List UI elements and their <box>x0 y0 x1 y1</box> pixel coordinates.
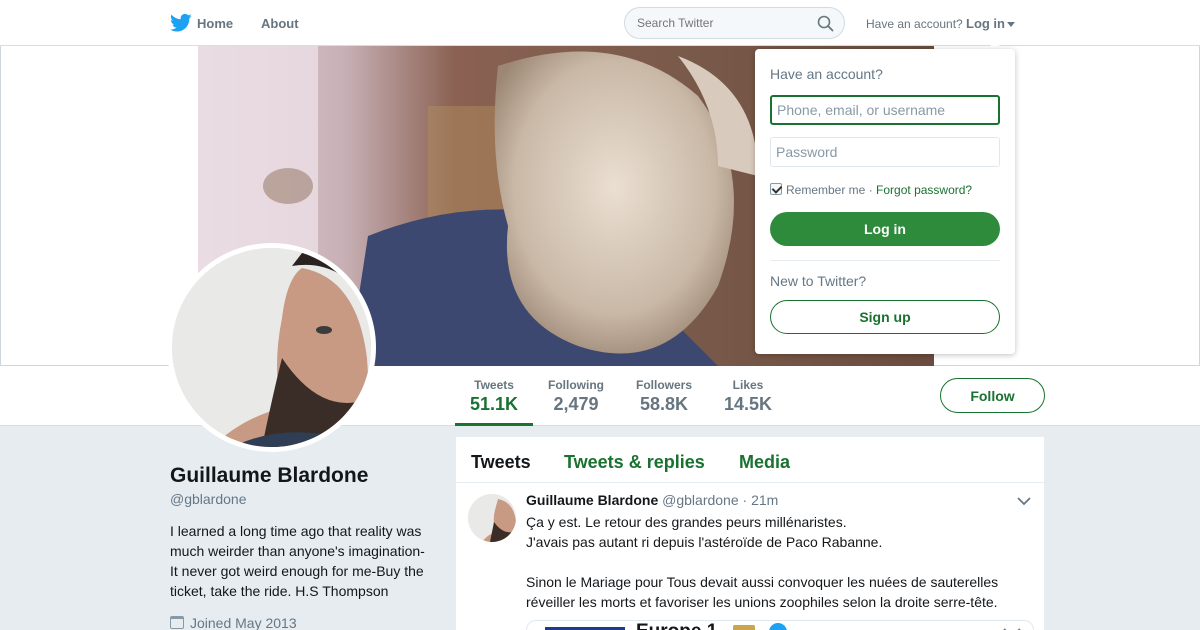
stat-label: Followers <box>636 378 693 392</box>
stat-followers[interactable]: Followers 58.8K <box>636 378 692 415</box>
username-field[interactable] <box>770 95 1000 125</box>
tweet-timestamp[interactable]: 21m <box>751 492 778 508</box>
top-navigation-bar: Home About Have an account? Log in <box>0 0 1200 46</box>
new-to-twitter-text: New to Twitter? <box>770 273 867 289</box>
tweet-text-line: J'avais pas autant ri depuis l'astéroïde… <box>526 534 883 550</box>
tweet-avatar[interactable] <box>468 494 516 542</box>
joined-date: Joined May 2013 <box>170 615 297 630</box>
timeline-tabs: Tweets Tweets & replies Media <box>456 437 1044 483</box>
profile-avatar[interactable] <box>167 243 376 452</box>
tweet-text-blank-line <box>526 552 1026 572</box>
profile-handle[interactable]: @gblardone <box>170 491 247 507</box>
profile-name: Guillaume Blardone <box>170 464 369 487</box>
remember-me-checkbox[interactable] <box>770 183 782 195</box>
quoted-card[interactable]: Europe 1 <box>526 620 1034 630</box>
login-heading: Have an account? <box>770 66 883 82</box>
stat-label: Following <box>548 378 604 392</box>
stat-value: 51.1K <box>470 394 519 414</box>
tab-tweets[interactable]: Tweets <box>471 452 531 473</box>
tweet-author-handle[interactable]: @gblardone <box>662 492 739 508</box>
dropdown-arrow <box>987 41 1003 49</box>
account-badge-icon <box>733 625 755 630</box>
tweet[interactable]: Guillaume Blardone @gblardone · 21m Ça y… <box>456 484 1044 630</box>
nav-about-link[interactable]: About <box>261 16 299 31</box>
tweet-text: Ça y est. Le retour des grandes peurs mi… <box>526 512 1026 612</box>
remember-row: Remember me · Forgot password? <box>770 183 972 197</box>
remember-separator: · <box>868 183 873 197</box>
active-stat-indicator <box>455 423 533 426</box>
password-field[interactable] <box>770 137 1000 167</box>
stat-label: Tweets <box>474 378 514 392</box>
stat-tweets[interactable]: Tweets 51.1K <box>470 378 518 415</box>
profile-bio: I learned a long time ago that reality w… <box>170 523 425 599</box>
nav-home-link[interactable]: Home <box>197 16 233 31</box>
chevron-down-icon[interactable] <box>1017 496 1031 506</box>
have-account-text: Have an account? <box>866 17 963 31</box>
search-input[interactable] <box>637 16 807 30</box>
remember-me-label[interactable]: Remember me <box>786 183 865 197</box>
calendar-icon <box>170 616 184 629</box>
login-toggle-label: Log in <box>966 16 1005 31</box>
stat-likes[interactable]: Likes 14.5K <box>724 378 772 415</box>
stat-value: 2,479 <box>553 394 599 414</box>
twitter-bird-icon[interactable] <box>170 13 192 33</box>
tweet-separator: · <box>742 492 748 508</box>
stat-following[interactable]: Following 2,479 <box>548 378 604 415</box>
search-icon[interactable] <box>817 15 834 32</box>
forgot-password-link[interactable]: Forgot password? <box>876 183 972 197</box>
search-box[interactable] <box>624 7 845 39</box>
tweet-text-line: Ça y est. Le retour des grandes peurs mi… <box>526 514 847 530</box>
dropdown-divider <box>770 260 1000 261</box>
login-dropdown: Have an account? Remember me · Forgot pa… <box>755 49 1015 354</box>
stat-label: Likes <box>732 378 764 392</box>
stat-value: 58.8K <box>639 394 689 414</box>
tweet-author-name[interactable]: Guillaume Blardone <box>526 492 658 508</box>
tab-media[interactable]: Media <box>739 452 790 473</box>
stat-value: 14.5K <box>724 394 773 414</box>
caret-down-icon <box>1007 22 1015 28</box>
tab-tweets-replies[interactable]: Tweets & replies <box>564 452 705 473</box>
tweet-header: Guillaume Blardone @gblardone · 21m <box>526 492 778 508</box>
login-dropdown-toggle[interactable]: Log in <box>966 16 1015 31</box>
signup-button[interactable]: Sign up <box>770 300 1000 334</box>
follow-button[interactable]: Follow <box>940 378 1045 413</box>
login-button[interactable]: Log in <box>770 212 1000 246</box>
verified-badge-icon <box>769 623 787 630</box>
quoted-card-title: Europe 1 <box>636 621 717 630</box>
timeline: Tweets Tweets & replies Media Guillaume … <box>456 437 1044 630</box>
joined-text: Joined May 2013 <box>190 615 297 630</box>
tweet-text-line: Sinon le Mariage pour Tous devait aussi … <box>526 574 999 610</box>
